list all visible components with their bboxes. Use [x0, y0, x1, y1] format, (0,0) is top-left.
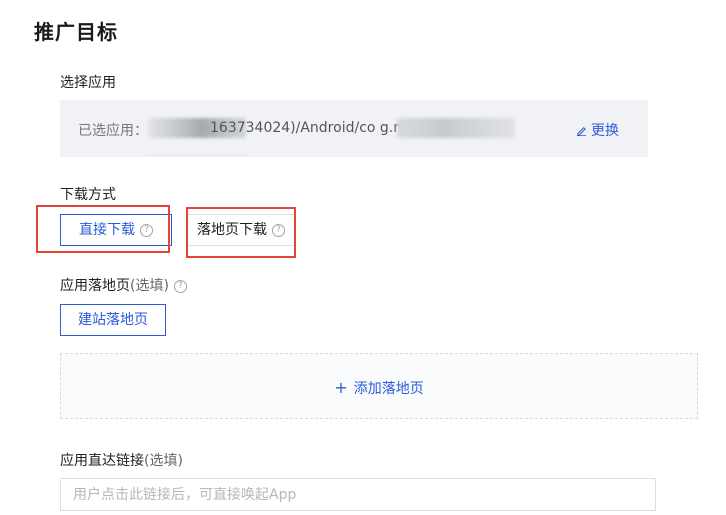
pencil-icon	[576, 127, 587, 136]
landing-page-download-option[interactable]: 落地页下载?	[186, 214, 296, 246]
landing-page-download-label: 落地页下载	[197, 222, 267, 238]
selected-app-prefix: 已选应用：	[78, 123, 148, 139]
plus-icon: +	[334, 378, 348, 397]
add-landing-page-area[interactable]: + 添加落地页	[60, 353, 698, 419]
direct-download-option[interactable]: 直接下载?	[60, 214, 172, 246]
direct-download-label: 直接下载	[79, 222, 135, 238]
deeplink-label-text: 应用直达链接	[60, 453, 144, 469]
help-icon: ?	[140, 223, 153, 237]
selected-app-box: 已选应用： 163734024)/Android/co g.ndobuoka..…	[60, 100, 648, 157]
help-icon: ?	[173, 279, 187, 293]
section-title: 推广目标	[34, 20, 118, 44]
add-landing-page-label: 添加落地页	[353, 381, 424, 397]
optional-tag: (选填)	[130, 278, 169, 294]
deeplink-input[interactable]	[60, 478, 656, 511]
change-app-label: 更换	[591, 123, 619, 139]
build-landing-page-button[interactable]: 建站落地页	[60, 304, 166, 336]
change-app-button[interactable]: 更换	[576, 120, 619, 140]
landing-page-label: 应用落地页(选填)?	[60, 275, 187, 295]
redacted-block	[397, 118, 515, 138]
help-icon: ?	[272, 223, 285, 237]
add-landing-page-button[interactable]: + 添加落地页	[61, 378, 697, 398]
download-method-label: 下载方式	[60, 187, 116, 203]
divider	[147, 155, 247, 156]
select-app-label: 选择应用	[60, 75, 116, 91]
landing-page-label-text: 应用落地页	[60, 278, 130, 294]
optional-tag: (选填)	[144, 453, 183, 469]
deeplink-label: 应用直达链接(选填)	[60, 450, 183, 470]
